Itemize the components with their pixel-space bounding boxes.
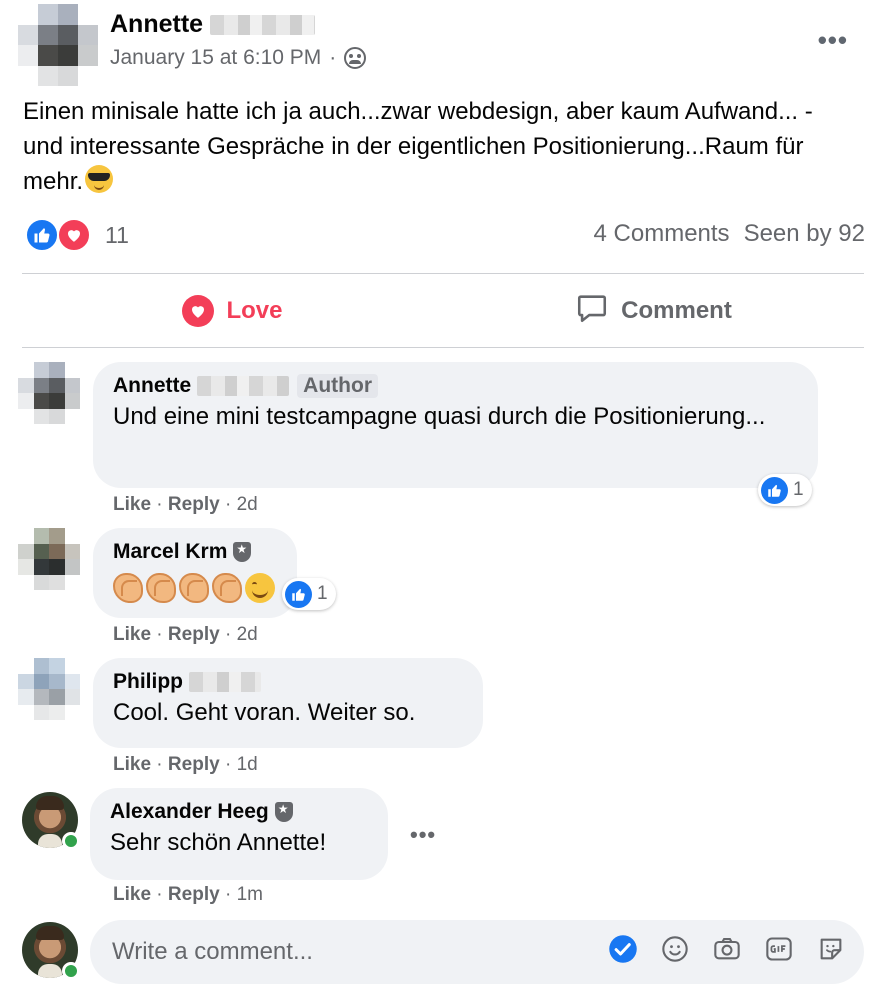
post-timestamp[interactable]: January 15 at 6:10 PM xyxy=(110,46,321,70)
comment-actions: Like · Reply · 1d xyxy=(113,754,258,775)
comment-time[interactable]: 2d xyxy=(237,624,258,645)
comment-text: Cool. Geht voran. Weiter so. xyxy=(113,699,416,726)
comment-bubble: Annette Author Und eine mini testcampagn… xyxy=(93,362,818,488)
comment-bubble: Marcel Krm xyxy=(93,528,297,618)
clapping-hands-icon xyxy=(212,572,242,603)
comment-author: Marcel Krm xyxy=(113,540,277,564)
commenter-avatar[interactable] xyxy=(18,362,80,424)
reaction-count: 1 xyxy=(317,583,328,604)
comment-text xyxy=(113,570,277,603)
comment-options-icon[interactable]: ••• xyxy=(410,822,436,848)
comment-time[interactable]: 1m xyxy=(237,884,263,905)
comment-item: Annette Author Und eine mini testcampagn… xyxy=(0,362,888,522)
sunglasses-emoji-icon xyxy=(85,165,114,193)
comment-actions: Like · Reply · 2d xyxy=(113,494,258,515)
more-options-icon[interactable]: ••• xyxy=(818,27,848,53)
checkmark-icon[interactable] xyxy=(608,934,638,964)
reply-link[interactable]: Reply xyxy=(168,754,220,775)
like-reaction-icon xyxy=(761,476,788,504)
comments-count[interactable]: 4 Comments xyxy=(594,220,730,248)
post-author-name[interactable]: Annette xyxy=(110,10,203,39)
comment-button-label: Comment xyxy=(621,297,732,324)
comment-composer xyxy=(90,920,864,984)
post-stats: 4 Comments Seen by 92 xyxy=(594,220,865,248)
post-body: Einen minisale hatte ich ja auch...zwar … xyxy=(23,98,813,195)
clapping-hands-icon xyxy=(179,572,209,603)
like-link[interactable]: Like xyxy=(113,624,151,645)
camera-icon[interactable] xyxy=(712,934,742,964)
meta-separator: · xyxy=(329,46,337,69)
post-meta: January 15 at 6:10 PM · xyxy=(110,46,367,70)
comment-reactions[interactable]: 1 xyxy=(758,474,812,506)
comment-item: Alexander Heeg Sehr schön Annette! ••• L… xyxy=(0,788,888,913)
smiling-face-icon xyxy=(245,572,275,603)
redacted-name xyxy=(210,15,315,35)
online-status-icon xyxy=(62,962,80,980)
commenter-avatar[interactable] xyxy=(18,658,80,720)
love-icon xyxy=(182,295,215,327)
comment-text: Und eine mini testcampagne quasi durch d… xyxy=(113,403,766,430)
post-actions: Love Comment xyxy=(22,275,864,347)
clapping-hands-icon xyxy=(113,572,143,603)
comment-author-name[interactable]: Philipp xyxy=(113,670,183,694)
comment-author-name[interactable]: Alexander Heeg xyxy=(110,800,269,824)
comment-actions: Like · Reply · 2d xyxy=(113,624,258,645)
comment-author-name[interactable]: Annette xyxy=(113,374,191,398)
author-badge: Author xyxy=(297,374,378,398)
comment-reactions[interactable]: 1 xyxy=(282,578,336,610)
reactions-summary: 11 4 Comments Seen by 92 xyxy=(23,218,865,254)
post-text: Einen minisale hatte ich ja auch...zwar … xyxy=(23,94,843,199)
like-reaction-icon xyxy=(285,580,312,608)
comment-bubble: Alexander Heeg Sehr schön Annette! xyxy=(90,788,388,880)
comment-time[interactable]: 2d xyxy=(237,494,258,515)
like-link[interactable]: Like xyxy=(113,884,151,905)
comment-bubble: Philipp Cool. Geht voran. Weiter so. xyxy=(93,658,483,748)
composer-tools xyxy=(608,934,846,964)
redacted-name xyxy=(189,672,261,692)
comment-icon xyxy=(575,291,609,332)
commenter-avatar[interactable] xyxy=(18,528,80,590)
shield-badge-icon xyxy=(233,542,252,562)
reply-link[interactable]: Reply xyxy=(168,884,220,905)
like-link[interactable]: Like xyxy=(113,754,151,775)
author-avatar[interactable] xyxy=(18,4,98,86)
comment-text: Sehr schön Annette! xyxy=(110,829,327,856)
reaction-count: 1 xyxy=(793,479,804,500)
comment-button[interactable]: Comment xyxy=(443,275,864,347)
emoji-icon[interactable] xyxy=(660,934,690,964)
comment-actions: Like · Reply · 1m xyxy=(113,884,263,905)
reactions-count[interactable]: 11 xyxy=(105,222,129,249)
seen-by-count[interactable]: Seen by 92 xyxy=(744,220,865,248)
love-button[interactable]: Love xyxy=(22,275,443,347)
divider xyxy=(22,347,864,348)
post-header: Annette January 15 at 6:10 PM · ••• xyxy=(0,0,888,90)
shield-badge-icon xyxy=(274,802,293,822)
comment-author: Annette Author xyxy=(113,374,798,398)
redacted-name xyxy=(197,376,290,396)
reply-link[interactable]: Reply xyxy=(168,494,220,515)
comment-author: Alexander Heeg xyxy=(110,800,368,824)
friends-icon[interactable] xyxy=(344,47,367,69)
comment-author-name[interactable]: Marcel Krm xyxy=(113,540,227,564)
reply-link[interactable]: Reply xyxy=(168,624,220,645)
comment-input[interactable] xyxy=(112,920,582,984)
like-reaction-icon[interactable] xyxy=(25,218,59,252)
love-reaction-icon[interactable] xyxy=(57,218,91,252)
comment-author: Philipp xyxy=(113,670,463,694)
comment-item: Philipp Cool. Geht voran. Weiter so. Lik… xyxy=(0,658,888,783)
clapping-hands-icon xyxy=(146,572,176,603)
divider xyxy=(22,273,864,274)
comment-time[interactable]: 1d xyxy=(237,754,258,775)
love-button-label: Love xyxy=(226,297,283,324)
gif-icon[interactable] xyxy=(764,934,794,964)
like-link[interactable]: Like xyxy=(113,494,151,515)
sticker-icon[interactable] xyxy=(816,934,846,964)
online-status-icon xyxy=(62,832,80,850)
comment-item: Marcel Krm 1 Like · Reply · 2d xyxy=(0,528,888,653)
